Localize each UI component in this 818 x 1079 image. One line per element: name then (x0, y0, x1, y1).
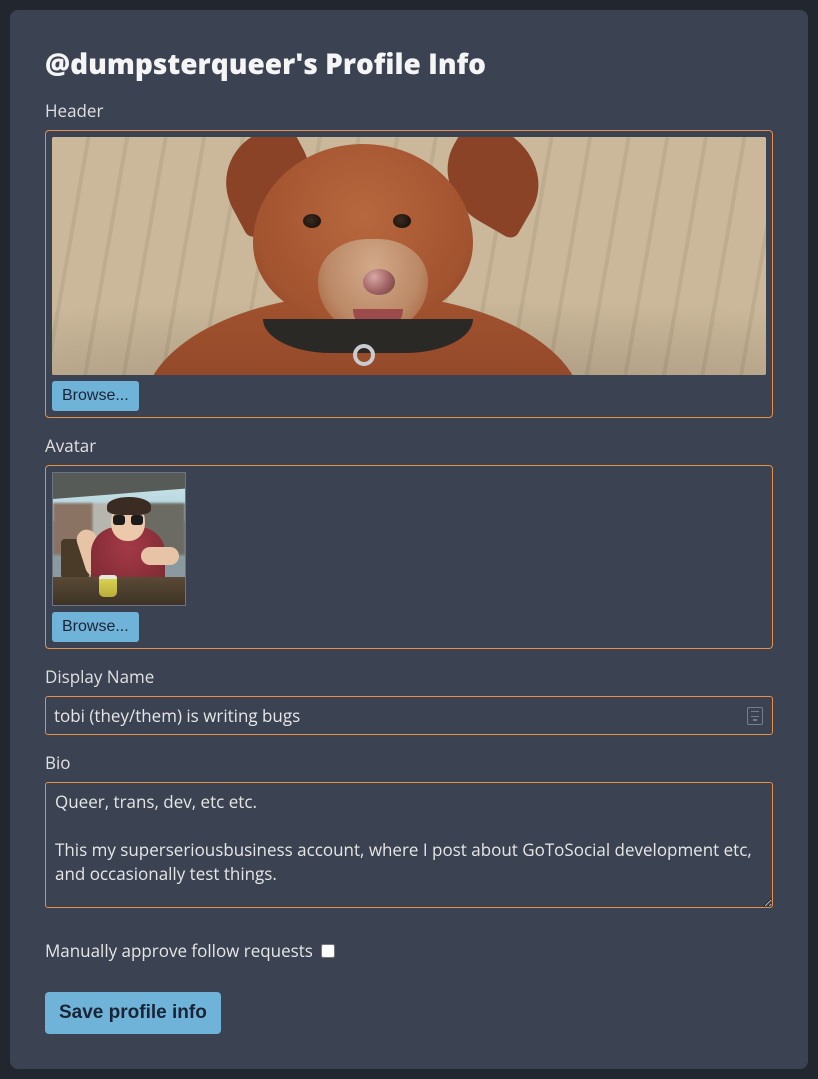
display-name-label: Display Name (45, 665, 773, 688)
save-button[interactable]: Save profile info (45, 992, 221, 1034)
approve-requests-checkbox[interactable] (321, 944, 335, 958)
header-upload-box: Browse... (45, 130, 773, 418)
display-name-input[interactable] (45, 696, 773, 735)
avatar-upload-box: Browse... (45, 465, 773, 649)
page-title: @dumpsterqueer's Profile Info (45, 45, 773, 83)
bio-textarea[interactable] (45, 782, 773, 908)
avatar-label: Avatar (45, 434, 773, 457)
header-label: Header (45, 99, 773, 122)
keyboard-icon (747, 707, 763, 725)
approve-requests-label: Manually approve follow requests (45, 939, 313, 962)
profile-info-panel: @dumpsterqueer's Profile Info Header (10, 10, 808, 1069)
bio-label: Bio (45, 751, 773, 774)
avatar-image-preview (52, 472, 186, 606)
header-browse-button[interactable]: Browse... (52, 381, 139, 411)
header-image-preview (52, 137, 766, 375)
approve-requests-row[interactable]: Manually approve follow requests (45, 939, 773, 962)
avatar-browse-button[interactable]: Browse... (52, 612, 139, 642)
